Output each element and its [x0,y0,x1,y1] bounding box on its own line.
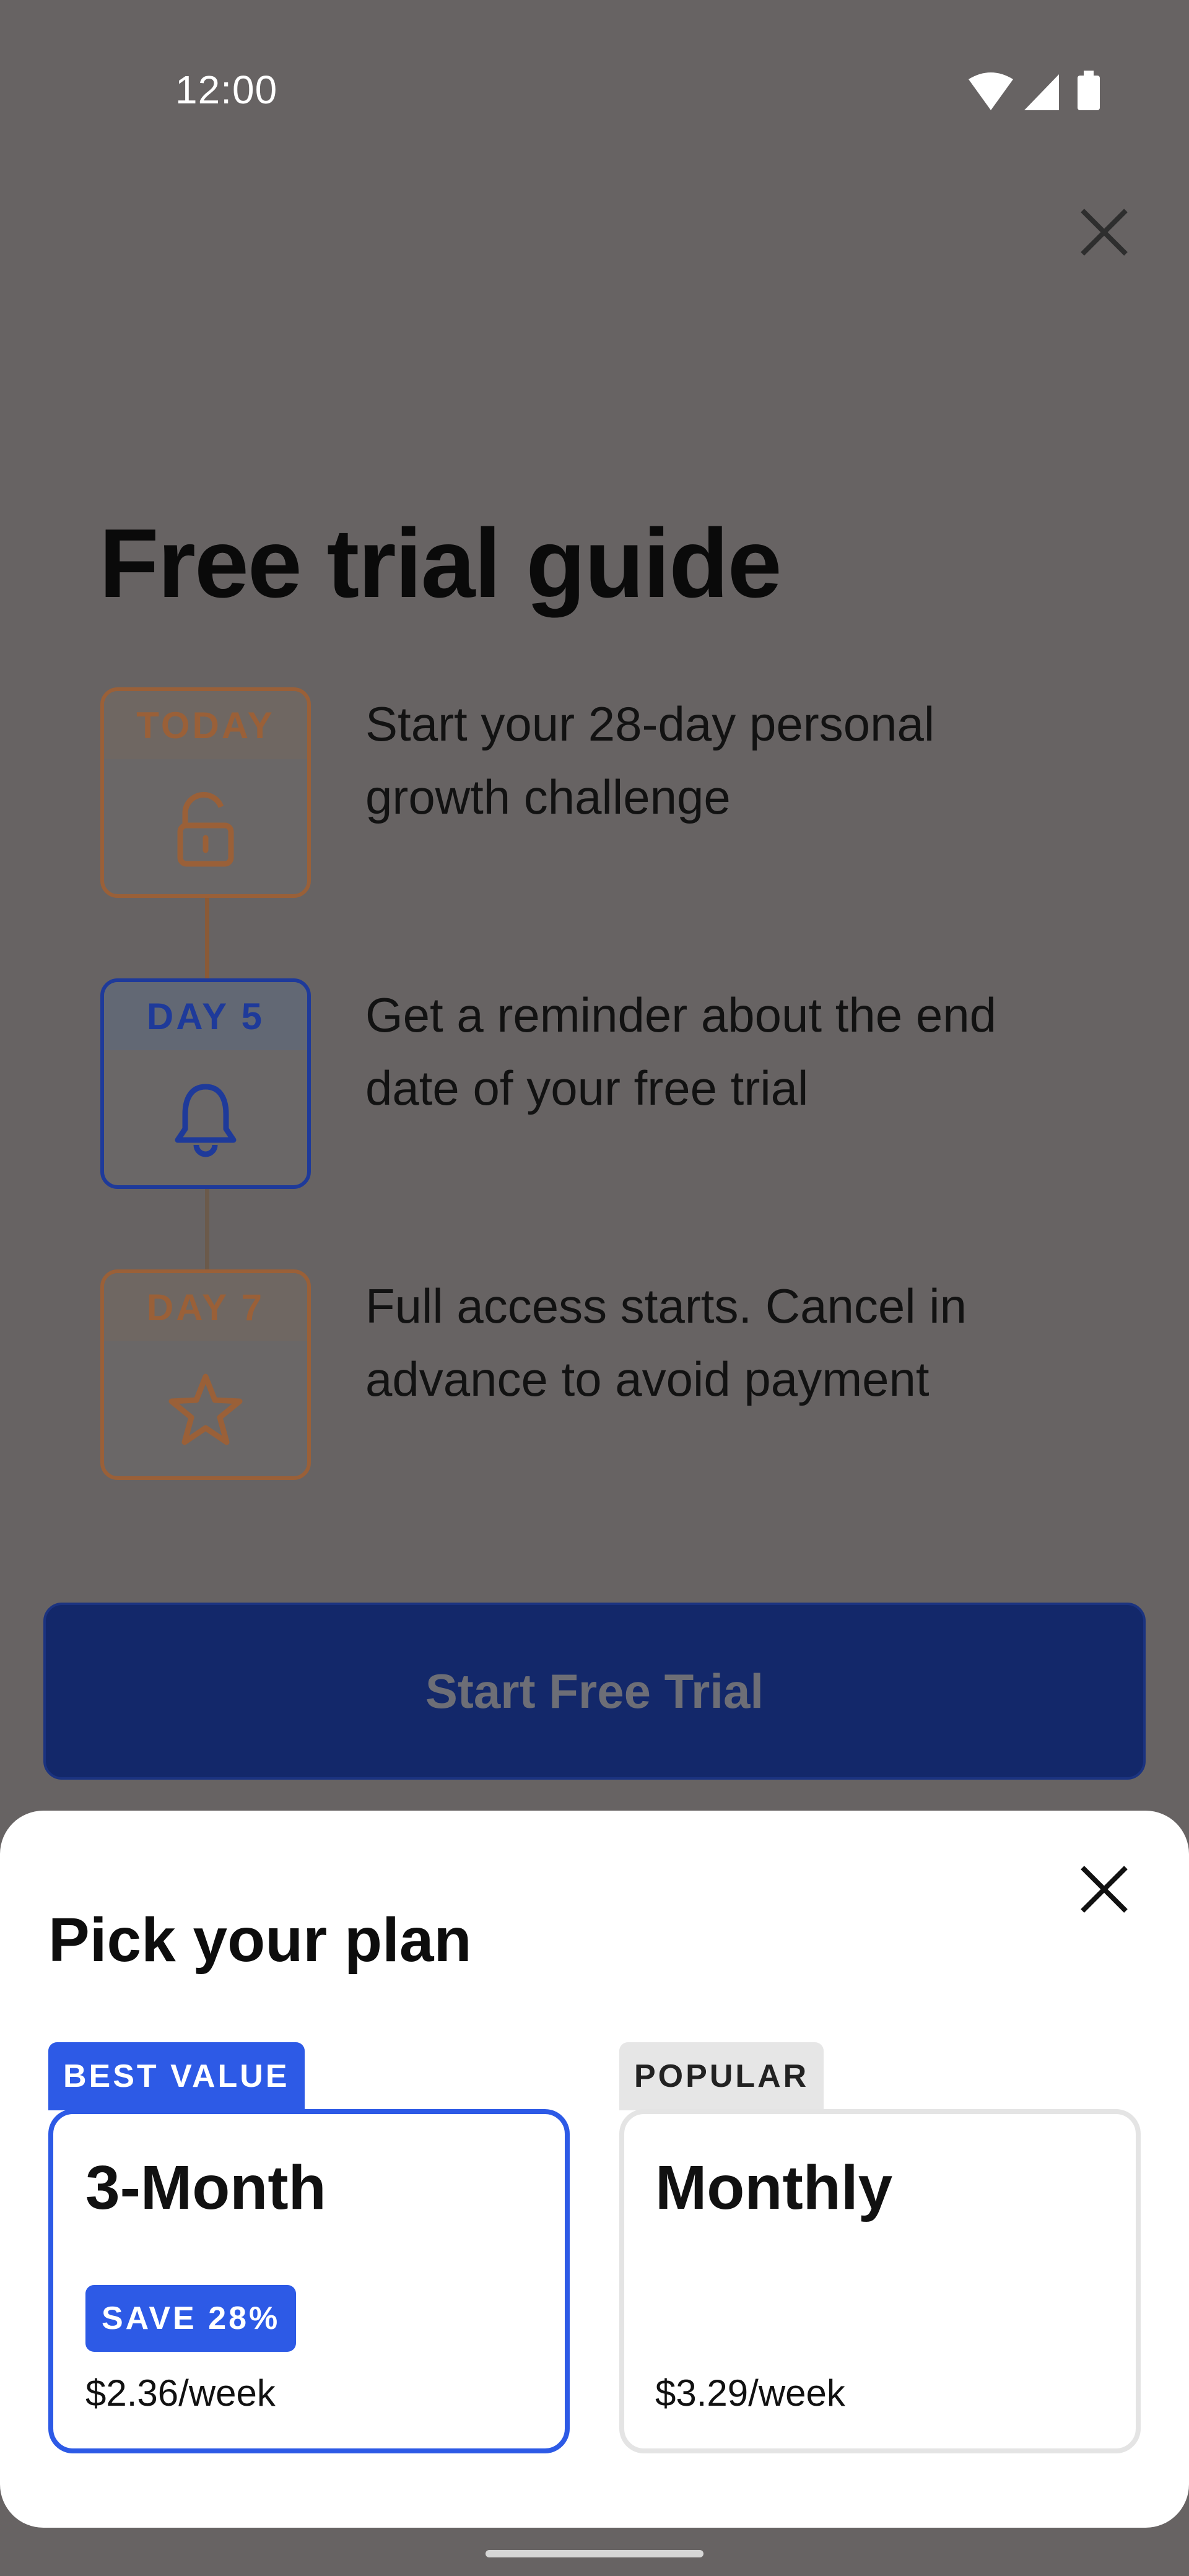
signal-icon [1024,74,1059,110]
save-badge: SAVE 28% [85,2285,297,2352]
home-indicator[interactable] [486,2550,703,2557]
status-time: 12:00 [175,67,278,112]
close-icon[interactable] [1076,1861,1132,1917]
close-icon[interactable] [1070,198,1138,266]
popular-tag: POPULAR [619,2042,824,2110]
step-text: Start your 28-day personal growth challen… [365,697,935,824]
star-icon [168,1373,243,1445]
plan-price: $3.29/week [655,2372,845,2414]
step-day5-card: DAY 5 [100,978,311,1189]
wifi-icon [969,72,1013,110]
step-label: DAY 5 [104,982,307,1050]
plan-price: $2.36/week [85,2372,276,2414]
step-label: DAY 7 [104,1273,307,1341]
step-text: Full access starts. Cancel in advance to … [365,1279,967,1406]
timeline-connector [205,1189,209,1269]
plan-name: 3-Month [85,2153,326,2222]
sheet-title: Pick your plan [48,1905,472,1975]
step-today-card: TODAY [100,687,311,898]
start-free-trial-button[interactable]: Start Free Trial [43,1603,1146,1780]
page-title: Free trial guide [99,509,782,618]
best-value-tag: BEST VALUE [48,2042,305,2110]
plan-name: Monthly [655,2153,893,2222]
step-text: Get a reminder about the end date of your… [365,988,996,1115]
timeline-connector [205,898,209,978]
wifi-signal-battery-icons [969,71,1100,110]
unlock-icon [177,792,234,867]
status-icons [966,69,1108,113]
battery-icon [1078,76,1100,110]
step-label: TODAY [104,691,307,759]
step-day7-card: DAY 7 [100,1269,311,1480]
bell-icon [175,1084,237,1157]
